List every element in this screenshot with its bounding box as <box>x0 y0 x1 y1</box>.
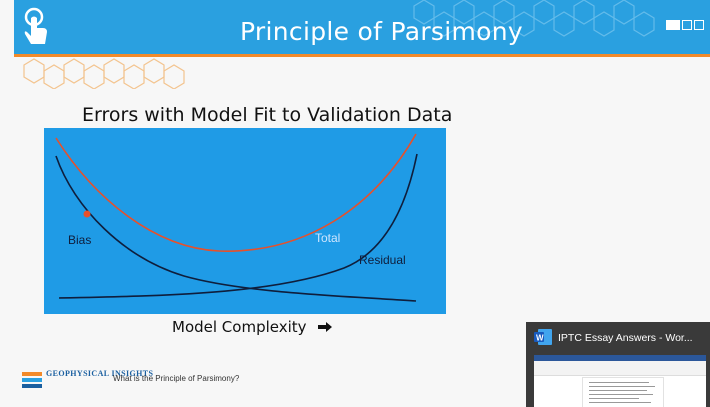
close-icon[interactable] <box>694 20 704 30</box>
footer-question: What is the Principle of Parsimony? <box>113 374 240 383</box>
restore-icon[interactable] <box>682 20 692 30</box>
slide-banner: Principle of Parsimony <box>14 0 710 54</box>
chart-background <box>44 128 446 314</box>
slide-title: Principle of Parsimony <box>240 17 523 46</box>
chart-heading: Errors with Model Fit to Validation Data <box>82 104 453 126</box>
right-arrow-icon <box>318 322 332 332</box>
document-thumbnail[interactable] <box>534 355 706 407</box>
svg-text:W: W <box>536 334 544 343</box>
total-label: Total <box>315 231 340 245</box>
text-line <box>589 382 649 383</box>
text-line <box>589 394 653 395</box>
taskbar-window-preview[interactable]: W IPTC Essay Answers - Wor... <box>526 322 710 407</box>
preview-window-title[interactable]: IPTC Essay Answers - Wor... <box>558 332 693 344</box>
bias-label: Bias <box>68 233 91 247</box>
word-icon: W <box>534 329 552 345</box>
text-line <box>589 390 647 391</box>
minimize-icon[interactable] <box>666 20 680 30</box>
hexagon-decoration <box>23 58 185 89</box>
bias-marker <box>83 210 91 218</box>
text-line <box>589 386 655 387</box>
error-curves-chart: Bias Total Residual <box>44 128 446 314</box>
text-line <box>589 402 651 403</box>
x-axis-label: Model Complexity <box>172 318 307 336</box>
residual-label: Residual <box>359 253 406 267</box>
toolbar-strip <box>534 361 706 376</box>
text-line <box>589 398 639 399</box>
window-controls[interactable] <box>666 20 704 30</box>
document-page <box>582 377 664 407</box>
